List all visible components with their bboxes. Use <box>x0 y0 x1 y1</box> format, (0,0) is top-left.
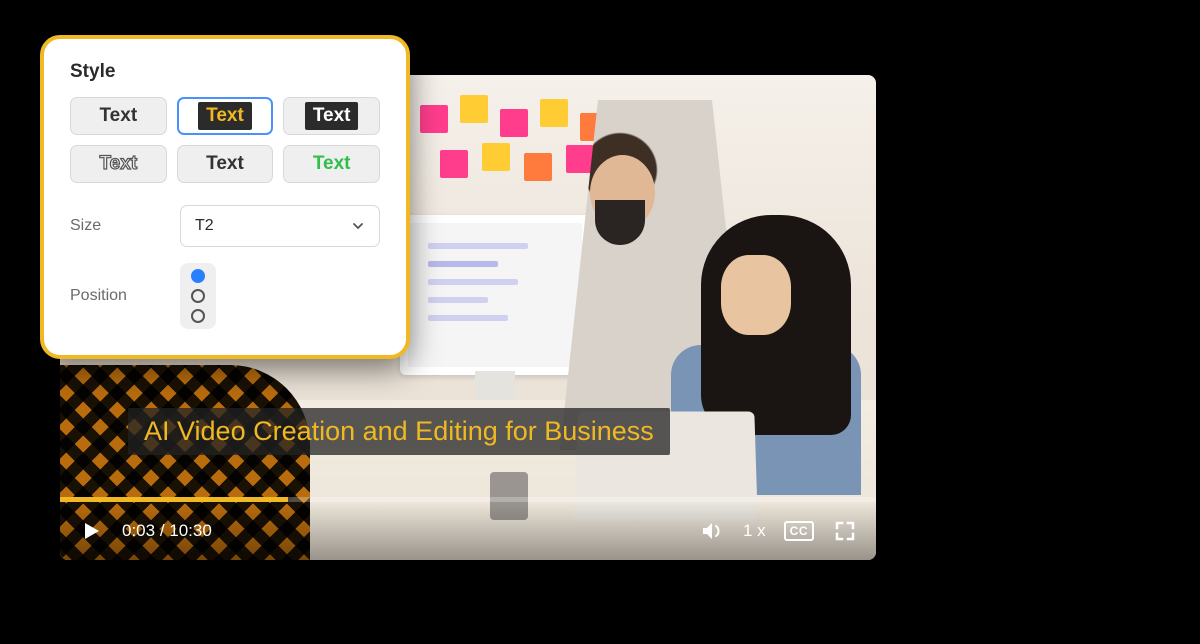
style-options-grid: Text Text Text Text Text Text <box>70 97 380 183</box>
style-panel: Style Text Text Text Text Text Text Size… <box>40 35 410 359</box>
player-controls: 0:03 / 10:30 1 x CC <box>60 502 876 560</box>
style-option-green[interactable]: Text <box>283 145 380 183</box>
chevron-down-icon <box>351 219 365 233</box>
time-display: 0:03 / 10:30 <box>122 521 212 541</box>
size-row: Size T2 <box>70 205 380 247</box>
monitor <box>400 215 590 375</box>
duration: 10:30 <box>169 521 212 540</box>
play-button[interactable] <box>78 518 104 544</box>
volume-button[interactable] <box>699 518 725 544</box>
style-option-plain[interactable]: Text <box>70 97 167 135</box>
current-time: 0:03 <box>122 521 155 540</box>
caption-text: AI Video Creation and Editing for Busine… <box>144 416 654 446</box>
closed-captions-button[interactable]: CC <box>784 521 814 541</box>
size-value: T2 <box>195 217 214 235</box>
style-option-white-on-dark[interactable]: Text <box>283 97 380 135</box>
style-option-yellow-on-dark[interactable]: Text <box>177 97 274 135</box>
position-row: Position <box>70 263 380 329</box>
playback-speed[interactable]: 1 x <box>743 521 766 541</box>
size-label: Size <box>70 217 150 235</box>
style-panel-title: Style <box>70 61 380 83</box>
fullscreen-button[interactable] <box>832 518 858 544</box>
position-bottom[interactable] <box>191 309 205 323</box>
caption-overlay: AI Video Creation and Editing for Busine… <box>128 408 670 455</box>
style-option-dark[interactable]: Text <box>177 145 274 183</box>
position-top[interactable] <box>191 269 205 283</box>
position-picker <box>180 263 216 329</box>
style-option-outline[interactable]: Text <box>70 145 167 183</box>
position-middle[interactable] <box>191 289 205 303</box>
position-label: Position <box>70 287 150 305</box>
size-select[interactable]: T2 <box>180 205 380 247</box>
